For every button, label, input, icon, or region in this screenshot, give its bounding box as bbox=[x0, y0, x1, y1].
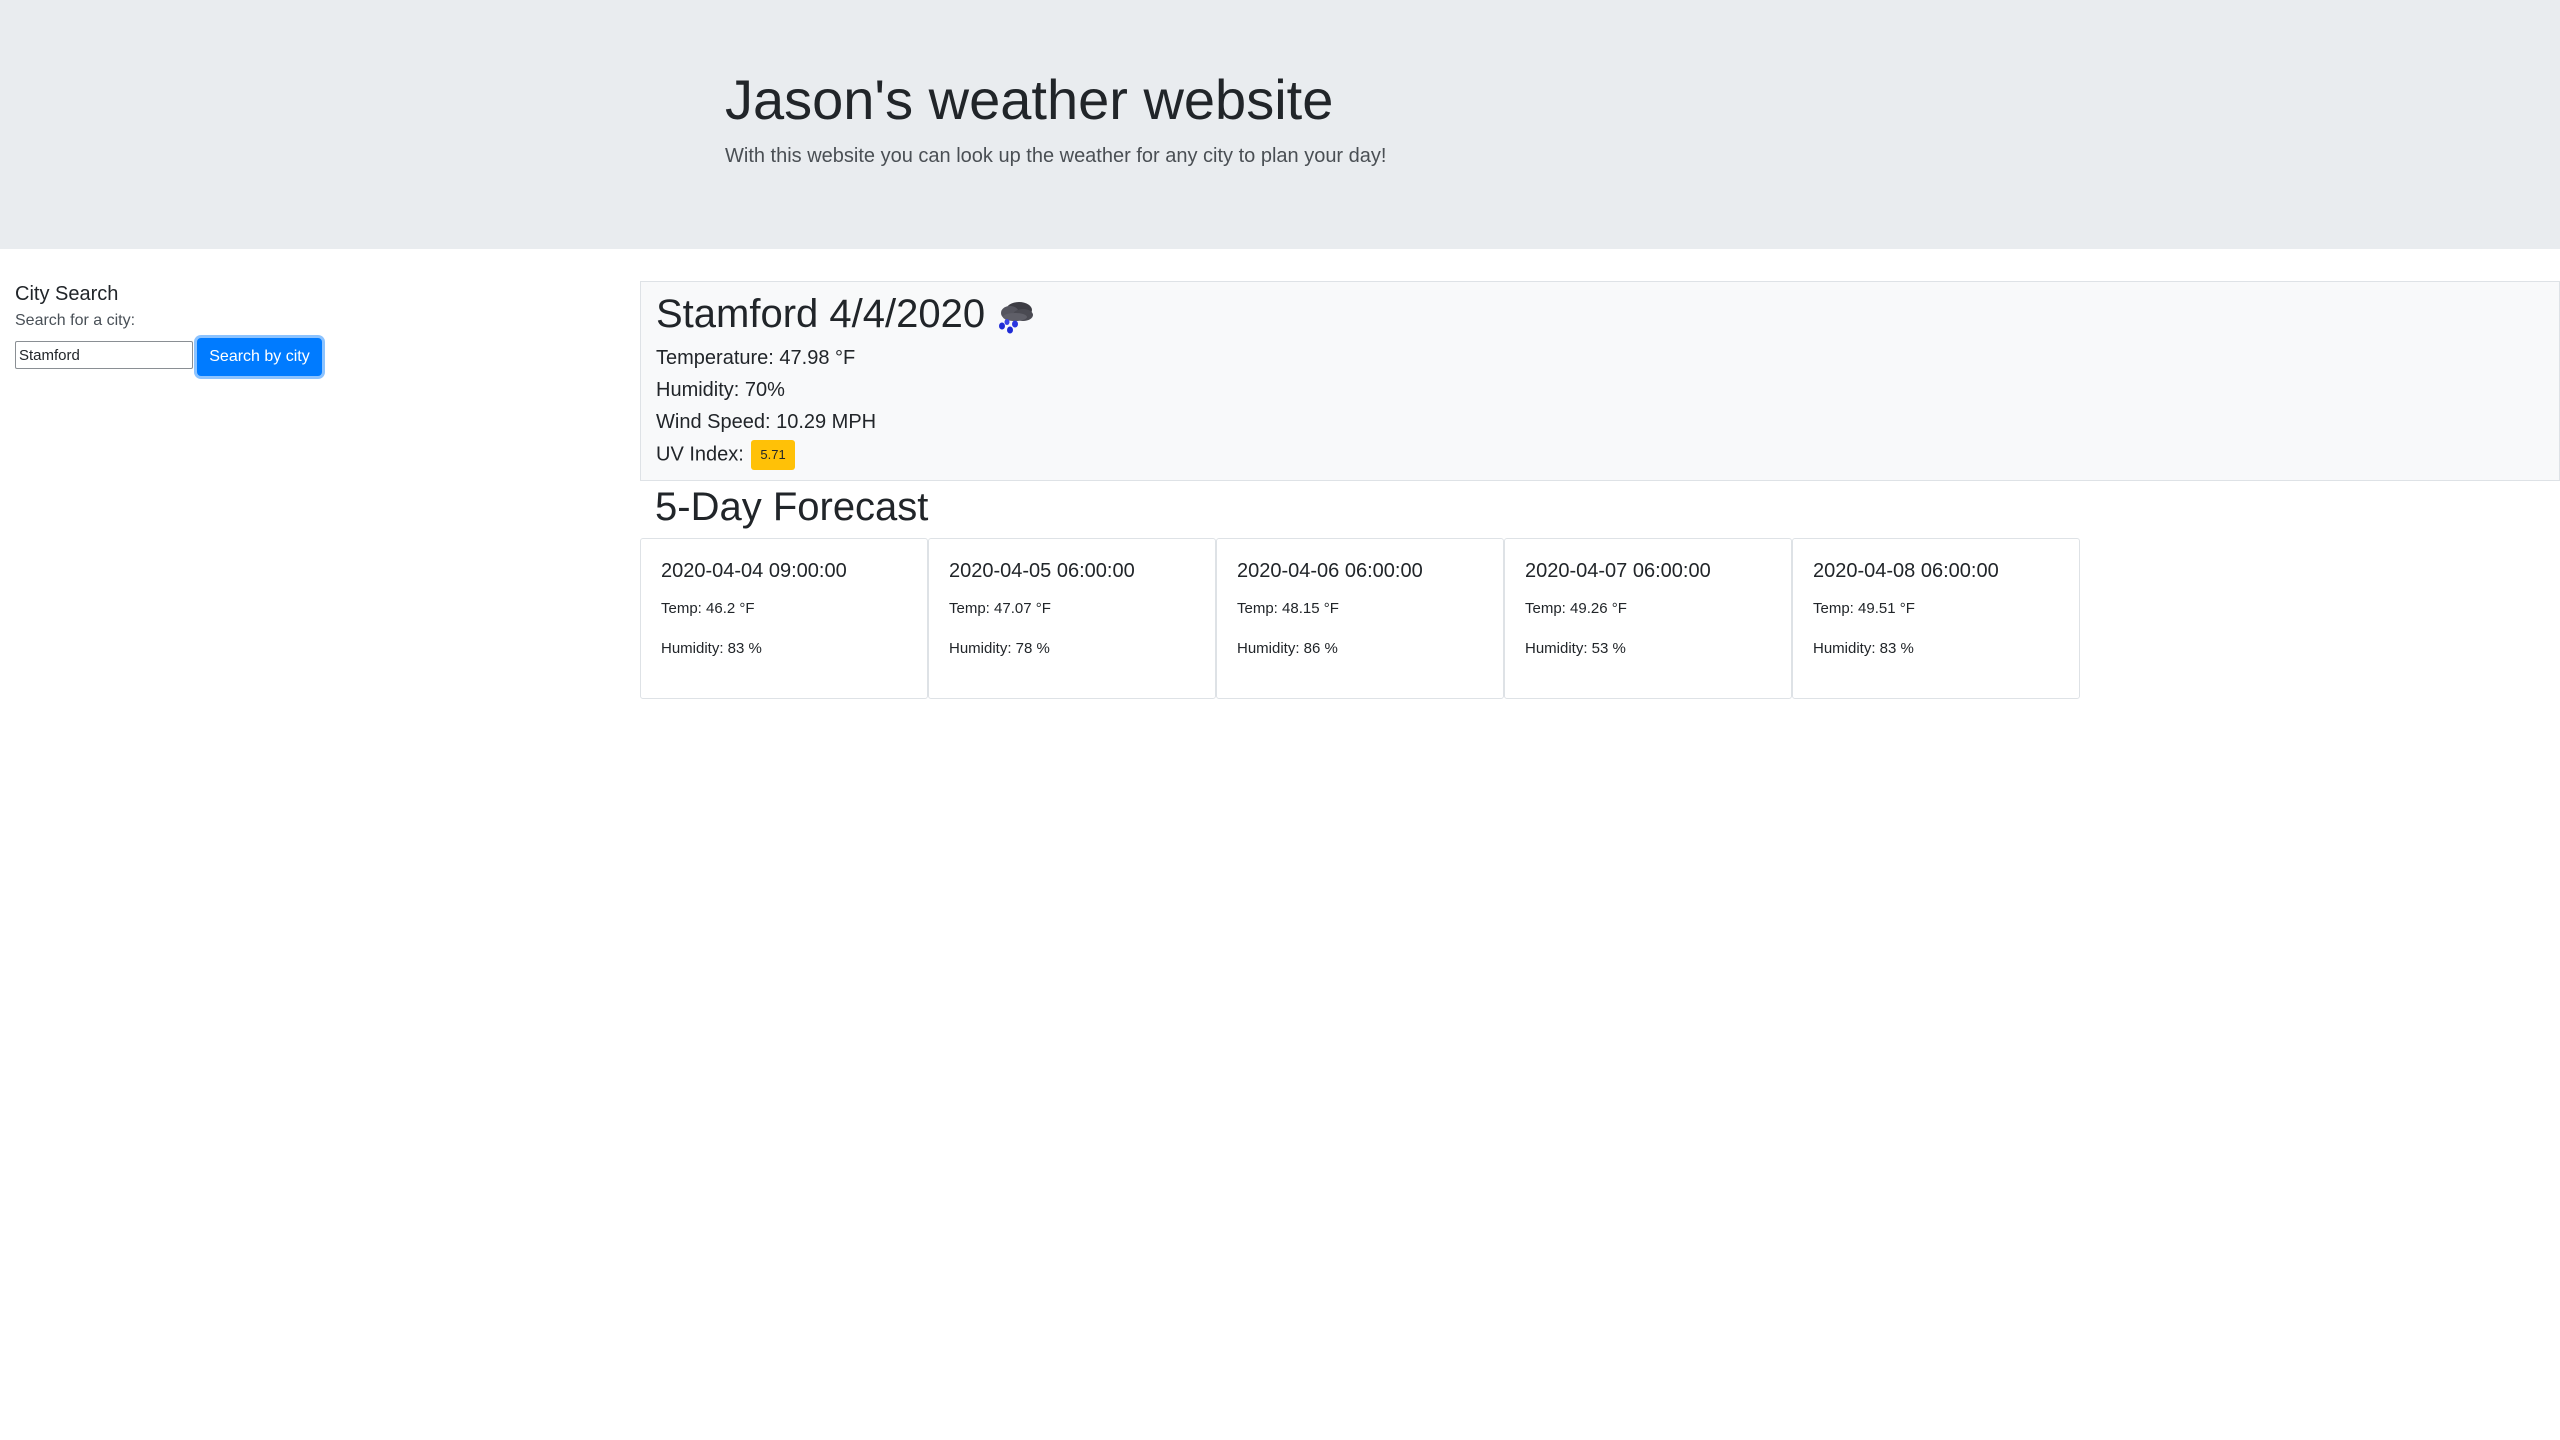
forecast-heading: 5-Day Forecast bbox=[655, 485, 929, 529]
forecast-date: 2020-04-06 06:00:00 bbox=[1237, 560, 1423, 582]
forecast-card: 2020-04-08 06:00:00 Temp: 49.51 °F Humid… bbox=[1792, 538, 2080, 699]
current-uv-row: UV Index: 5.71 bbox=[656, 440, 795, 470]
city-search-title: City Search bbox=[15, 283, 119, 305]
forecast-card: 2020-04-04 09:00:00 Temp: 46.2 °F Humidi… bbox=[640, 538, 928, 699]
current-weather-card: Stamford 4/4/2020 Temperature: 47.98 °F … bbox=[640, 281, 2560, 481]
forecast-temp: Temp: 49.51 °F bbox=[1813, 600, 1915, 617]
forecast-humidity: Humidity: 86 % bbox=[1237, 640, 1338, 657]
city-search-input[interactable] bbox=[15, 341, 193, 369]
current-city-date: Stamford 4/4/2020 bbox=[656, 292, 986, 336]
forecast-date: 2020-04-08 06:00:00 bbox=[1813, 560, 1999, 582]
forecast-humidity: Humidity: 78 % bbox=[949, 640, 1050, 657]
forecast-temp: Temp: 49.26 °F bbox=[1525, 600, 1627, 617]
city-search-label: Search for a city: bbox=[15, 312, 136, 329]
forecast-date: 2020-04-05 06:00:00 bbox=[949, 560, 1135, 582]
rain-cloud-icon bbox=[993, 294, 1037, 334]
current-wind-speed: Wind Speed: 10.29 MPH bbox=[656, 411, 877, 433]
uv-index-badge: 5.71 bbox=[751, 440, 795, 470]
forecast-temp: Temp: 48.15 °F bbox=[1237, 600, 1339, 617]
page-title: Jason's weather website bbox=[725, 68, 1334, 131]
forecast-card: 2020-04-06 06:00:00 Temp: 48.15 °F Humid… bbox=[1216, 538, 1504, 699]
forecast-humidity: Humidity: 53 % bbox=[1525, 640, 1626, 657]
uv-index-label: UV Index: bbox=[656, 443, 744, 466]
forecast-humidity: Humidity: 83 % bbox=[1813, 640, 1914, 657]
forecast-humidity: Humidity: 83 % bbox=[661, 640, 762, 657]
current-humidity: Humidity: 70% bbox=[656, 379, 785, 401]
page-subtitle: With this website you can look up the we… bbox=[725, 145, 1387, 167]
forecast-date: 2020-04-04 09:00:00 bbox=[661, 560, 847, 582]
current-temperature: Temperature: 47.98 °F bbox=[656, 347, 856, 369]
search-by-city-button[interactable]: Search by city bbox=[197, 338, 322, 376]
forecast-date: 2020-04-07 06:00:00 bbox=[1525, 560, 1711, 582]
current-weather-title: Stamford 4/4/2020 bbox=[656, 288, 1037, 340]
forecast-temp: Temp: 46.2 °F bbox=[661, 600, 755, 617]
forecast-temp: Temp: 47.07 °F bbox=[949, 600, 1051, 617]
forecast-card: 2020-04-07 06:00:00 Temp: 49.26 °F Humid… bbox=[1504, 538, 1792, 699]
jumbotron-header: Jason's weather website With this websit… bbox=[0, 0, 2560, 249]
forecast-row: 2020-04-04 09:00:00 Temp: 46.2 °F Humidi… bbox=[640, 538, 2080, 699]
forecast-card: 2020-04-05 06:00:00 Temp: 47.07 °F Humid… bbox=[928, 538, 1216, 699]
